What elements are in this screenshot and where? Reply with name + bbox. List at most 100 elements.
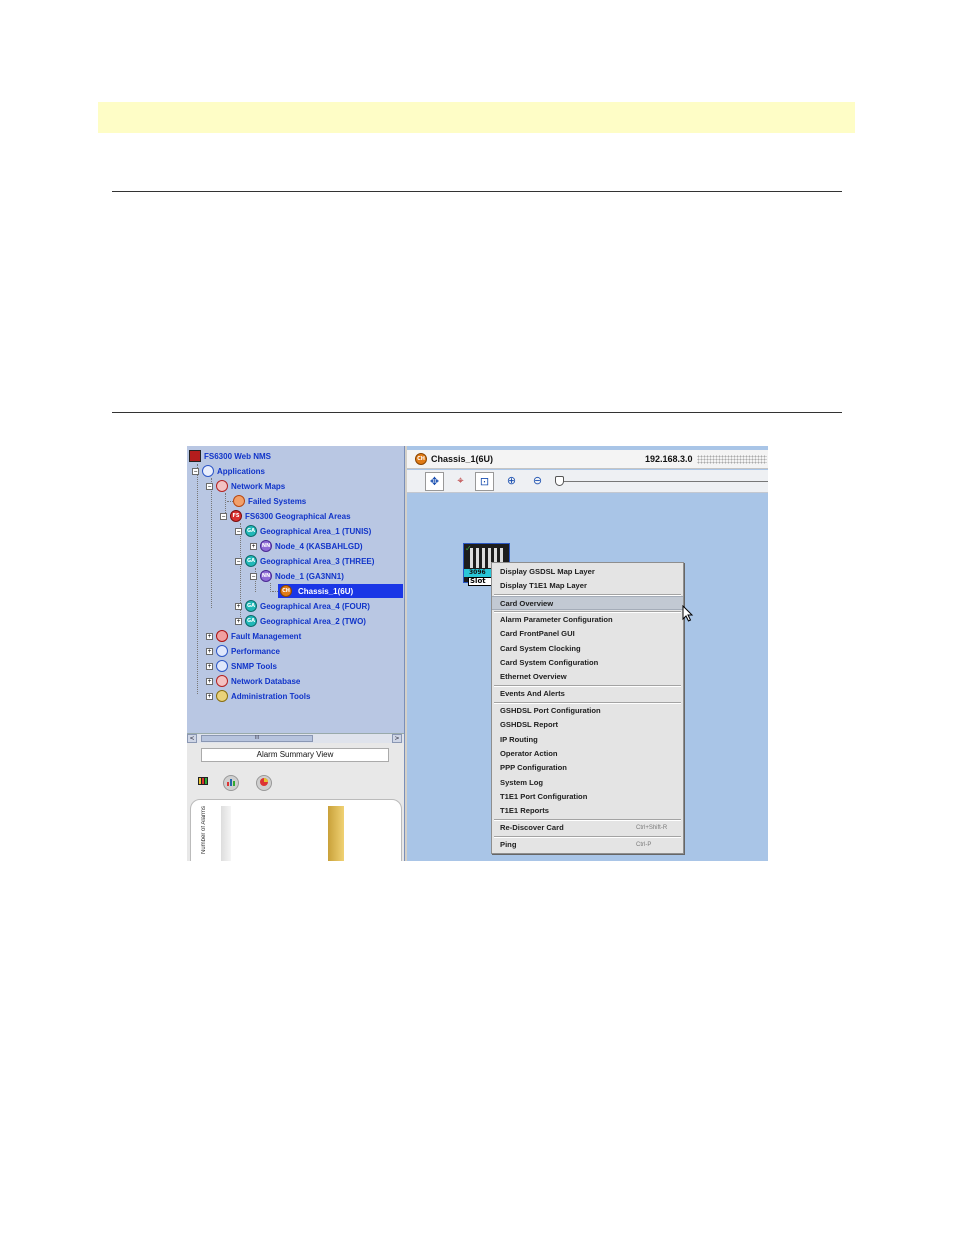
tree-item-geo-areas[interactable]: − FS FS6300 Geographical Areas: [220, 509, 351, 523]
status-check-icon: ✓: [465, 544, 472, 553]
network-database-icon: [216, 675, 228, 687]
zoom-slider-handle[interactable]: [555, 476, 564, 486]
tree-item-performance[interactable]: + Performance: [206, 644, 280, 658]
menu-item-display-t1e1-map-layer[interactable]: Display T1E1 Map Layer: [492, 579, 683, 593]
expand-icon[interactable]: +: [235, 617, 242, 625]
expand-icon[interactable]: +: [206, 692, 213, 700]
tree-item-label: Geographical Area_1 (TUNIS): [260, 526, 372, 536]
tree-item-label: FS6300 Web NMS: [204, 451, 271, 461]
tree-item-label: Applications: [217, 466, 266, 476]
tree-item-label: FS6300 Geographical Areas: [245, 511, 351, 521]
expand-icon[interactable]: +: [206, 677, 213, 685]
geo-area-icon: GA: [245, 600, 257, 612]
geo-area-icon: GA: [245, 615, 257, 627]
alarm-summary-title: Alarm Summary View: [201, 748, 389, 762]
chart-bar: [328, 806, 344, 861]
menu-item-label: Ping: [500, 840, 517, 849]
menu-item-events-and-alerts[interactable]: Events And Alerts: [492, 687, 683, 701]
scroll-thumb[interactable]: III: [201, 735, 313, 742]
menu-item-ping[interactable]: Ping Ctrl-P: [492, 838, 683, 852]
geo-area-icon: GA: [245, 555, 257, 567]
menu-item-ip-routing[interactable]: IP Routing: [492, 733, 683, 747]
menu-item-t1e1-port-configuration[interactable]: T1E1 Port Configuration: [492, 790, 683, 804]
collapse-icon[interactable]: −: [192, 467, 199, 475]
tree-item-label: Network Maps: [231, 481, 286, 491]
expand-icon[interactable]: +: [206, 632, 213, 640]
tree-item-label: Chassis_1(6U): [295, 585, 357, 597]
tree-item-administration-tools[interactable]: + Administration Tools: [206, 689, 310, 703]
applications-icon: [202, 465, 214, 477]
tree-item-label: Geographical Area_4 (FOUR): [260, 601, 370, 611]
tree-item-label: Fault Management: [231, 631, 302, 641]
pie-chart-icon[interactable]: [256, 775, 272, 791]
tree-item-network-database[interactable]: + Network Database: [206, 674, 300, 688]
menu-item-gshdsl-report[interactable]: GSHDSL Report: [492, 718, 683, 732]
collapse-icon[interactable]: −: [250, 572, 257, 580]
tree-item-node-4[interactable]: + NN Node_4 (KASBAHLGD): [250, 539, 363, 553]
expand-icon[interactable]: +: [235, 602, 242, 610]
menu-item-card-overview[interactable]: Card Overview: [492, 596, 683, 610]
zoom-out-icon[interactable]: ⊖: [528, 472, 547, 491]
menu-item-card-system-configuration[interactable]: Card System Configuration: [492, 656, 683, 670]
tree-item-applications[interactable]: − Applications: [192, 464, 265, 478]
menu-item-system-log[interactable]: System Log: [492, 776, 683, 790]
zoom-fit-icon[interactable]: ⊡: [475, 472, 494, 491]
menu-item-rediscover-card[interactable]: Re-Discover Card Ctrl+Shift-R: [492, 821, 683, 835]
node-icon: NN: [260, 540, 272, 552]
tree-item-geo-area-1[interactable]: − GA Geographical Area_1 (TUNIS): [235, 524, 371, 538]
collapse-icon[interactable]: −: [206, 482, 213, 490]
menu-item-display-gsdsl-map-layer[interactable]: Display GSDSL Map Layer: [492, 565, 683, 579]
pan-tool-icon[interactable]: ✥: [425, 472, 444, 491]
menu-item-gshdsl-port-configuration[interactable]: GSHDSL Port Configuration: [492, 704, 683, 718]
tree-item-label: Performance: [231, 646, 280, 656]
card-context-menu: Display GSDSL Map Layer Display T1E1 Map…: [491, 562, 684, 854]
zoom-slider-track[interactable]: [562, 481, 768, 482]
menu-item-operator-action[interactable]: Operator Action: [492, 747, 683, 761]
tree-item-snmp-tools[interactable]: + SNMP Tools: [206, 659, 277, 673]
tree-item-network-maps[interactable]: − Network Maps: [206, 479, 285, 493]
tree-item-label: Network Database: [231, 676, 301, 686]
bottom-divider: [112, 412, 842, 413]
tree-item-fault-management[interactable]: + Fault Management: [206, 629, 301, 643]
top-divider: [112, 191, 842, 192]
menu-item-ethernet-overview[interactable]: Ethernet Overview: [492, 670, 683, 684]
menu-item-t1e1-reports[interactable]: T1E1 Reports: [492, 804, 683, 818]
bar-chart-icon[interactable]: [223, 775, 239, 791]
menu-item-alarm-parameter-configuration[interactable]: Alarm Parameter Configuration: [492, 613, 683, 627]
select-tool-icon[interactable]: ⌖: [451, 472, 470, 491]
chassis-icon: CH: [415, 453, 427, 465]
tree-connector: [197, 464, 198, 694]
map-title-bar: CH Chassis_1(6U) 192.168.3.0: [407, 450, 768, 469]
menu-item-card-system-clocking[interactable]: Card System Clocking: [492, 642, 683, 656]
tree-item-geo-area-4[interactable]: + GA Geographical Area_4 (FOUR): [235, 599, 370, 613]
tree-item-root[interactable]: FS6300 Web NMS: [189, 449, 271, 463]
expand-icon[interactable]: +: [206, 647, 213, 655]
note-banner: [98, 102, 855, 133]
menu-item-ppp-configuration[interactable]: PPP Configuration: [492, 761, 683, 775]
tree-item-chassis[interactable]: CH Chassis_1(6U): [278, 584, 403, 598]
scroll-left-arrow-icon[interactable]: <: [187, 734, 197, 743]
network-maps-icon: [216, 480, 228, 492]
geo-area-icon: GA: [245, 525, 257, 537]
table-view-icon[interactable]: [195, 775, 211, 791]
expand-icon[interactable]: +: [206, 662, 213, 670]
shortcut-text: Ctrl-P: [636, 842, 652, 848]
tree-item-geo-area-3[interactable]: − GA Geographical Area_3 (THREE): [235, 554, 374, 568]
tree-item-failed-systems[interactable]: Failed Systems: [233, 494, 306, 508]
menu-item-card-frontpanel-gui[interactable]: Card FrontPanel GUI: [492, 627, 683, 641]
menu-item-label: Re-Discover Card: [500, 823, 564, 832]
mouse-cursor-icon: [682, 605, 694, 622]
alarm-summary-pane: Alarm Summary View Number of Alarms: [187, 743, 405, 861]
tree-viewport: FS6300 Web NMS − Applications − Network …: [187, 446, 404, 733]
collapse-icon[interactable]: −: [235, 557, 242, 565]
fs6300-logo-icon: [189, 450, 201, 462]
collapse-icon[interactable]: −: [220, 512, 227, 520]
tree-item-node-1[interactable]: − NN Node_1 (GA3NN1): [250, 569, 344, 583]
expand-icon[interactable]: +: [250, 542, 257, 550]
scroll-right-arrow-icon[interactable]: >: [392, 734, 402, 743]
map-toolbar: ✥ ⌖ ⊡ ⊕ ⊖: [407, 470, 768, 493]
zoom-in-icon[interactable]: ⊕: [502, 472, 521, 491]
tree-horizontal-scrollbar[interactable]: < III >: [187, 733, 404, 743]
collapse-icon[interactable]: −: [235, 527, 242, 535]
tree-item-geo-area-2[interactable]: + GA Geographical Area_2 (TWO): [235, 614, 366, 628]
